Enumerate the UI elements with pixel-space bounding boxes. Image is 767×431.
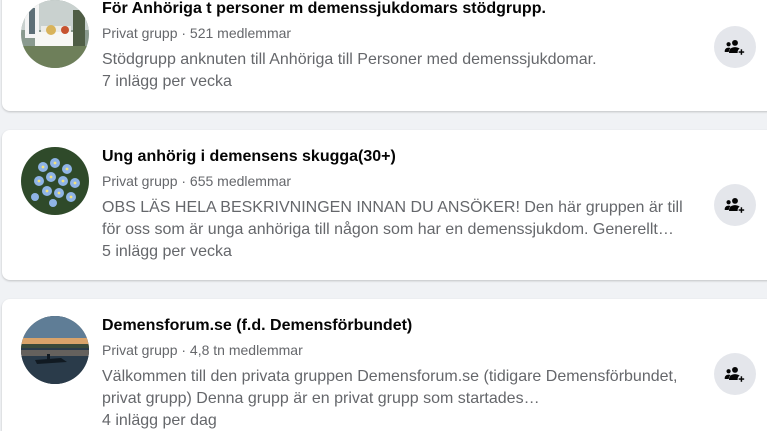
- group-avatar[interactable]: [21, 0, 89, 68]
- forget-me-not-flowers-photo: [21, 147, 89, 215]
- join-group-button[interactable]: [714, 26, 756, 68]
- join-group-icon: [724, 366, 746, 383]
- group-name-link[interactable]: Ung anhörig i demensens skugga(30+): [102, 146, 692, 168]
- join-group-button[interactable]: [714, 353, 756, 395]
- join-group-icon: [724, 39, 746, 56]
- group-info: För Anhöriga t personer m demenssjukdoma…: [102, 0, 692, 93]
- group-avatar[interactable]: [21, 316, 89, 384]
- group-info: Ung anhörig i demensens skugga(30+) Priv…: [102, 146, 692, 263]
- post-frequency: 5 inlägg per vecka: [102, 243, 232, 260]
- group-meta: Privat grupp · 4,8 tn medlemmar: [102, 342, 303, 358]
- group-name-link[interactable]: För Anhöriga t personer m demenssjukdoma…: [102, 0, 692, 20]
- group-card: Demensforum.se (f.d. Demensförbundet) Pr…: [2, 299, 767, 431]
- group-description: Välkommen till den privata gruppen Demen…: [102, 368, 678, 407]
- group-avatar[interactable]: [21, 147, 89, 215]
- lake-sunset-photo: [21, 316, 89, 384]
- group-description: OBS LÄS HELA BESKRIVNINGEN INNAN DU ANSÖ…: [102, 199, 683, 238]
- group-card: För Anhöriga t personer m demenssjukdoma…: [2, 0, 767, 111]
- group-card: Ung anhörig i demensens skugga(30+) Priv…: [2, 130, 767, 280]
- join-group-button[interactable]: [714, 184, 756, 226]
- garden-table-photo: [21, 0, 89, 68]
- post-frequency: 7 inlägg per vecka: [102, 73, 232, 90]
- post-frequency: 4 inlägg per dag: [102, 412, 217, 429]
- join-group-icon: [724, 197, 746, 214]
- group-info: Demensforum.se (f.d. Demensförbundet) Pr…: [102, 315, 692, 431]
- group-description: Stödgrupp anknuten till Anhöriga till Pe…: [102, 51, 597, 68]
- group-results-list: För Anhöriga t personer m demenssjukdoma…: [0, 0, 767, 431]
- group-name-link[interactable]: Demensforum.se (f.d. Demensförbundet): [102, 315, 692, 337]
- group-meta: Privat grupp · 521 medlemmar: [102, 25, 292, 41]
- group-meta: Privat grupp · 655 medlemmar: [102, 173, 292, 189]
